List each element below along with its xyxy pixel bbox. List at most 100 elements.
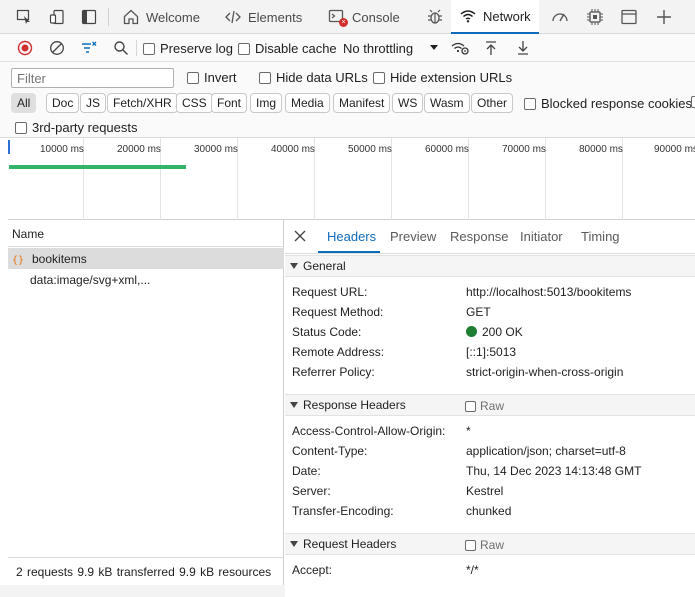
- tab-initiator[interactable]: Initiator: [520, 229, 563, 244]
- inspect-element-icon[interactable]: [14, 7, 34, 27]
- tab-headers[interactable]: Headers: [327, 229, 376, 244]
- section-title: General: [303, 259, 346, 273]
- section-title: Request Headers: [303, 537, 397, 551]
- fetch-braces-icon: {}: [12, 255, 24, 266]
- tab-network[interactable]: Network: [451, 0, 539, 34]
- raw-checkbox[interactable]: Raw: [465, 399, 504, 413]
- dock-sidebar-icon[interactable]: [79, 7, 99, 27]
- clear-icon[interactable]: [47, 38, 67, 58]
- close-icon[interactable]: [293, 229, 307, 246]
- tab-label: Welcome: [146, 9, 200, 25]
- invert-checkbox[interactable]: Invert: [187, 70, 237, 85]
- invert-label: Invert: [204, 70, 237, 85]
- header-key: Transfer-Encoding:: [292, 504, 394, 518]
- request-row[interactable]: data:image/svg+xml,...: [8, 269, 284, 290]
- divider: [136, 40, 137, 56]
- status-ok-dot-icon: [466, 326, 477, 337]
- header-value: application/json; charset=utf-8: [466, 444, 626, 458]
- type-filter-css[interactable]: CSS: [176, 93, 213, 113]
- timeline-start-marker: [8, 140, 10, 154]
- header-value: 200 OK: [482, 325, 523, 339]
- memory-icon[interactable]: [585, 7, 605, 27]
- export-har-icon[interactable]: [513, 38, 533, 58]
- network-overview-timeline[interactable]: 10000 ms 20000 ms 30000 ms 40000 ms 5000…: [8, 138, 695, 220]
- type-filter-wasm[interactable]: Wasm: [424, 93, 470, 113]
- console-icon: ×: [328, 8, 348, 27]
- raw-label: Raw: [480, 399, 505, 413]
- checkbox-box[interactable]: [465, 539, 476, 551]
- record-stop-icon[interactable]: [15, 38, 35, 58]
- request-row[interactable]: {} bookitems: [8, 248, 284, 269]
- network-conditions-icon[interactable]: [450, 38, 470, 58]
- search-icon[interactable]: [111, 38, 131, 58]
- network-toolbar: Preserve log Disable cache No throttling: [0, 34, 695, 62]
- type-filter-fetch-xhr[interactable]: Fetch/XHR: [107, 93, 178, 113]
- expand-triangle-icon: [290, 263, 298, 269]
- header-value: Thu, 14 Dec 2023 14:13:48 GMT: [466, 464, 642, 478]
- checkbox-box[interactable]: [259, 71, 271, 84]
- timeline-tick: 50000 ms: [348, 144, 392, 155]
- divider: [108, 8, 109, 26]
- type-filter-font[interactable]: Font: [211, 93, 248, 113]
- filter-input[interactable]: [11, 68, 174, 88]
- name-column-header[interactable]: Name: [8, 220, 284, 247]
- checkbox-box[interactable]: [15, 121, 27, 134]
- checkbox-box[interactable]: [691, 96, 695, 108]
- raw-checkbox[interactable]: Raw: [465, 538, 504, 552]
- header-key: Date:: [292, 464, 321, 478]
- detail-tabs: Headers Preview Response Initiator Timin…: [285, 220, 695, 254]
- timeline-tick: 40000 ms: [271, 144, 315, 155]
- tab-preview[interactable]: Preview: [390, 229, 436, 244]
- tab-elements[interactable]: Elements: [224, 0, 302, 34]
- general-section-header[interactable]: General: [285, 255, 695, 277]
- import-har-icon[interactable]: [481, 38, 501, 58]
- type-filter-other[interactable]: Other: [471, 93, 514, 113]
- blocked-response-cookies-checkbox[interactable]: Blocked response cookies: [524, 96, 692, 111]
- timeline-tick: 10000 ms: [40, 144, 84, 155]
- header-value: http://localhost:5013/bookitems: [466, 285, 632, 299]
- header-value: GET: [466, 305, 491, 319]
- hide-extension-urls-checkbox[interactable]: Hide extension URLs: [373, 70, 512, 85]
- type-filter-media[interactable]: Media: [285, 93, 330, 113]
- header-key: Request URL:: [292, 285, 368, 299]
- add-tab-icon[interactable]: [654, 7, 674, 27]
- header-key: Referrer Policy:: [292, 365, 375, 379]
- header-key: Status Code:: [292, 325, 362, 339]
- tab-response[interactable]: Response: [450, 229, 509, 244]
- active-tab-indicator: [318, 251, 380, 253]
- wifi-icon: [460, 10, 476, 23]
- header-value: */*: [466, 563, 479, 577]
- checkbox-box[interactable]: [143, 42, 155, 55]
- type-filter-img[interactable]: Img: [250, 93, 283, 113]
- performance-icon[interactable]: [550, 7, 570, 27]
- preserve-log-checkbox[interactable]: Preserve log: [143, 41, 233, 56]
- type-filter-all[interactable]: All: [11, 93, 37, 113]
- checkbox-box[interactable]: [187, 71, 199, 84]
- throttling-select[interactable]: No throttling: [339, 38, 443, 58]
- application-panel-icon[interactable]: [619, 7, 639, 27]
- hide-data-urls-checkbox[interactable]: Hide data URLs: [259, 70, 368, 85]
- resource-type-filters: All Doc JS Fetch/XHR CSS Font Img Media …: [0, 90, 695, 116]
- device-emulation-icon[interactable]: [47, 7, 67, 27]
- type-filter-manifest[interactable]: Manifest: [333, 93, 391, 113]
- third-party-requests-checkbox[interactable]: 3rd-party requests: [15, 120, 138, 135]
- section-title: Response Headers: [303, 398, 406, 412]
- timeline-tick: 30000 ms: [194, 144, 238, 155]
- header-value: chunked: [466, 504, 512, 518]
- timeline-tick: 60000 ms: [425, 144, 469, 155]
- tab-console[interactable]: × Console: [328, 0, 400, 34]
- tab-timing[interactable]: Timing: [581, 229, 620, 244]
- header-value: strict-origin-when-cross-origin: [466, 365, 624, 379]
- tab-welcome[interactable]: Welcome: [122, 0, 200, 34]
- checkbox-box[interactable]: [373, 71, 385, 84]
- checkbox-box[interactable]: [524, 97, 536, 110]
- disable-cache-checkbox[interactable]: Disable cache: [238, 41, 337, 56]
- type-filter-doc[interactable]: Doc: [46, 93, 80, 113]
- type-filter-ws[interactable]: WS: [392, 93, 424, 113]
- checkbox-box[interactable]: [238, 42, 250, 55]
- filter-icon[interactable]: [79, 38, 99, 58]
- type-filter-js[interactable]: JS: [80, 93, 107, 113]
- timeline-tick: 80000 ms: [579, 144, 623, 155]
- checkbox-box[interactable]: [465, 400, 476, 412]
- bug-icon[interactable]: [425, 7, 445, 27]
